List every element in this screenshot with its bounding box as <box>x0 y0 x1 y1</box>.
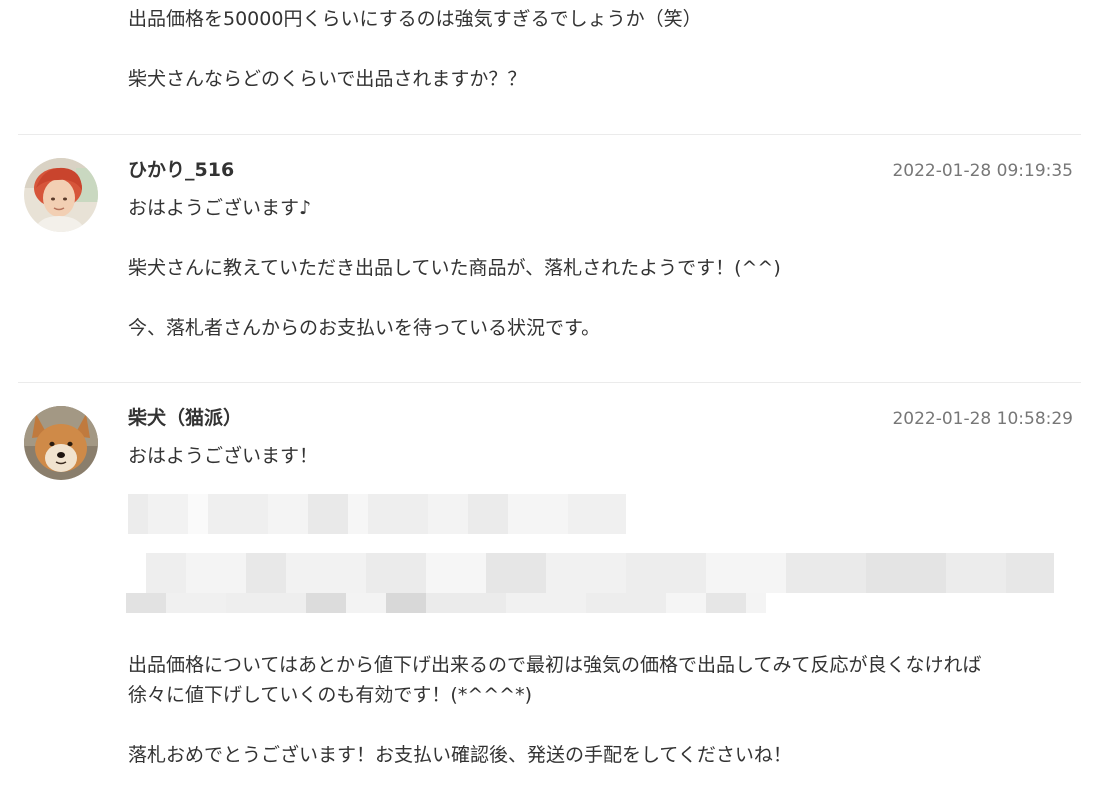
comment-timestamp: 2022-01-28 09:19:35 <box>892 161 1073 181</box>
avatar[interactable] <box>24 158 98 232</box>
comment-text-line: 出品価格についてはあとから値下げ出来るので最初は強気の価格で出品してみて反応が良… <box>128 654 982 676</box>
user-avatar-image <box>24 158 98 232</box>
comment-text-line: 出品価格を50000円くらいにするのは強気すぎるでしょうか（笑） <box>128 8 702 30</box>
user-avatar-image <box>24 406 98 480</box>
comment-text-line: 落札おめでとうございます！お支払い確認後、発送の手配をしてくださいね！ <box>128 744 792 766</box>
comment-text-line: おはようございます♪ <box>128 197 312 219</box>
comment-timestamp: 2022-01-28 10:58:29 <box>892 409 1073 429</box>
comment-text-line: 柴犬さんに教えていただき出品していた商品が、落札されたようです！(^^) <box>128 257 781 279</box>
comment-text-line: 徐々に値下げしていくのも有効です！(*^^^*) <box>128 684 533 706</box>
comment-divider <box>18 382 1081 383</box>
avatar[interactable] <box>24 406 98 480</box>
comment-author[interactable]: ひかり_516 <box>128 156 234 184</box>
comment-author[interactable]: 柴犬（猫派） <box>128 404 242 432</box>
comment-text-line: おはようございます！ <box>128 445 319 467</box>
comment-divider <box>18 134 1081 135</box>
comment-text-line: 柴犬さんならどのくらいで出品されますか？？ <box>128 68 527 90</box>
comment-text-line: 今、落札者さんからのお支払いを待っている状況です。 <box>128 317 601 339</box>
